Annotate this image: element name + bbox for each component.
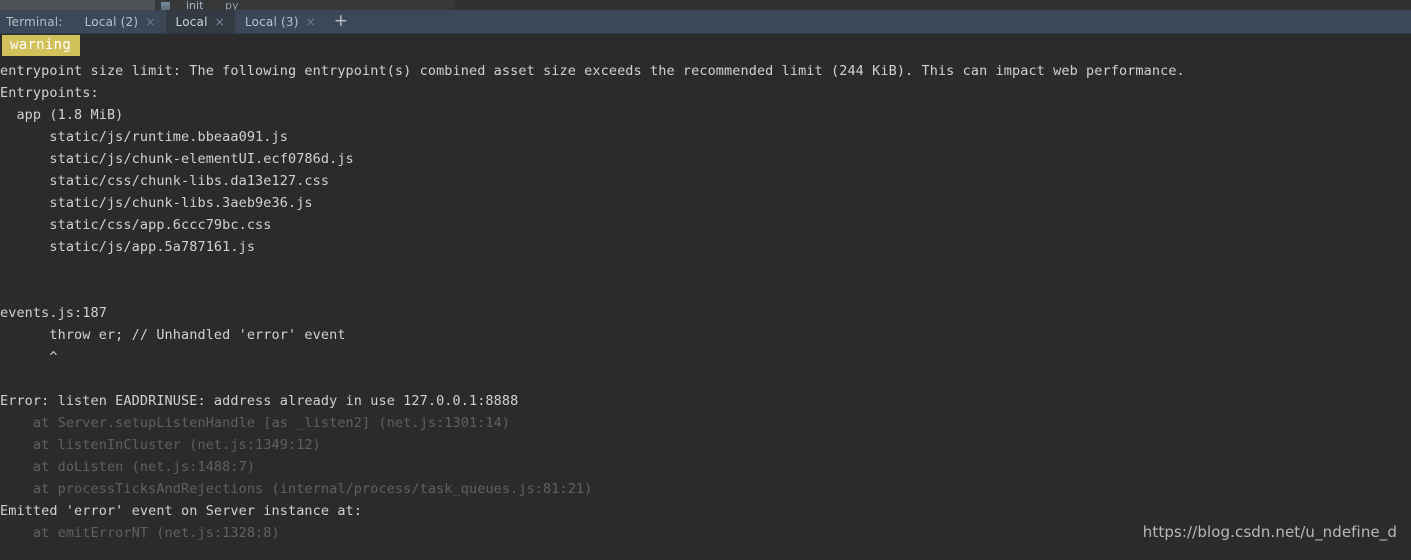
terminal-output-line: static/css/app.6ccc79bc.css (0, 217, 272, 233)
terminal-label: Terminal: (6, 14, 63, 29)
terminal-output-line: static/css/chunk-libs.da13e127.css (0, 173, 330, 189)
terminal-output-line: at processTicksAndRejections (internal/p… (0, 481, 593, 497)
terminal-tab-local-3[interactable]: Local (3) × (235, 10, 326, 33)
terminal-output-line: at doListen (net.js:1488:7) (0, 459, 256, 475)
terminal-tab-label: Local (2) (84, 14, 139, 29)
terminal-output-line: static/js/chunk-elementUI.ecf0786d.js (0, 151, 354, 167)
csdn-watermark: https://blog.csdn.net/u_ndefine_d (1142, 523, 1397, 541)
new-terminal-tab-button[interactable]: + (326, 10, 356, 33)
terminal-tab-local-2[interactable]: Local (2) × (75, 10, 166, 33)
terminal-output-line: entrypoint size limit: The following ent… (0, 63, 1185, 79)
terminal-output-line: static/js/runtime.bbeaa091.js (0, 129, 288, 145)
warning-badge: warning (2, 35, 81, 56)
terminal-output-line: Emitted 'error' event on Server instance… (0, 503, 363, 519)
close-icon[interactable]: × (145, 16, 155, 28)
editor-tab-strip-filler (455, 0, 1411, 10)
terminal-tab-label: Local (3) (244, 14, 299, 29)
close-icon[interactable]: × (306, 16, 316, 28)
terminal-output-line: at listenInCluster (net.js:1349:12) (0, 437, 321, 453)
terminal-output-line: static/js/app.5a787161.js (0, 239, 256, 255)
editor-tab-label-fragment-secondary: py (225, 1, 239, 10)
terminal-output-line: ^ (0, 349, 58, 365)
terminal-tab-label: Local (175, 14, 208, 29)
js-file-icon (161, 2, 170, 10)
terminal-output-line: throw er; // Unhandled 'error' event (0, 327, 346, 343)
terminal-output-line: Entrypoints: (0, 85, 99, 101)
editor-tab-inactive-left[interactable] (0, 0, 155, 10)
terminal-tab-local[interactable]: Local × (165, 10, 235, 33)
close-icon[interactable]: × (215, 16, 225, 28)
terminal-output-line: static/js/chunk-libs.3aeb9e36.js (0, 195, 313, 211)
terminal-output-line: Error: listen EADDRINUSE: address alread… (0, 393, 519, 409)
terminal-output-line: at Server.setupListenHandle [as _listen2… (0, 415, 511, 431)
terminal-output[interactable]: entrypoint size limit: The following ent… (0, 60, 1411, 560)
terminal-tab-bar: Terminal: Local (2) × Local × Local (3) … (0, 10, 1411, 34)
terminal-output-line: app (1.8 MiB) (0, 107, 124, 123)
editor-tab-strip: init py (0, 0, 1411, 10)
terminal-output-line: events.js:187 (0, 305, 107, 321)
editor-tab-label-fragment-primary: init (186, 1, 204, 10)
